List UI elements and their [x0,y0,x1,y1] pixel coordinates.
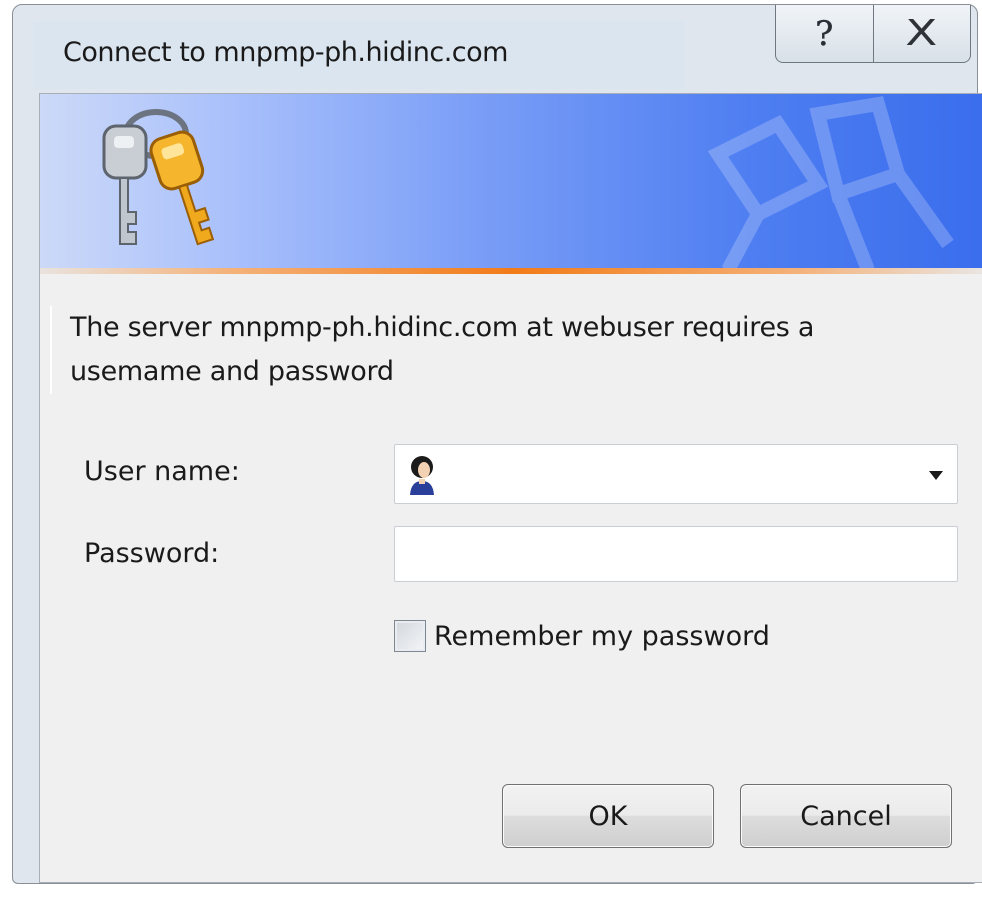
username-label: User name: [84,456,240,487]
close-button[interactable]: X [872,5,971,62]
remember-password-row[interactable]: Remember my password [394,620,770,652]
auth-message: The server mnpmp-ph.hidinc.com at webuse… [50,306,950,394]
user-avatar-icon [410,456,434,495]
help-icon: ? [815,13,834,54]
help-button[interactable]: ? [776,5,873,62]
title-bar: Connect to mnpmp-ph.hidinc.com [33,21,685,89]
banner [40,94,982,274]
window-title: Connect to mnpmp-ph.hidinc.com [63,37,508,68]
password-field[interactable] [394,526,958,582]
banner-watermark-keys-icon [707,96,954,270]
remember-password-checkbox[interactable] [394,620,426,652]
caption-buttons: ? X [775,5,971,63]
dialog-window: Connect to mnpmp-ph.hidinc.com ? X The s… [12,4,982,884]
chevron-down-icon[interactable] [929,471,943,480]
cancel-button[interactable]: Cancel [740,784,952,848]
dialog-body: The server mnpmp-ph.hidinc.com at webuse… [39,93,982,883]
close-icon: X [905,13,938,54]
banner-accent-line [40,268,982,274]
username-input[interactable] [449,453,889,495]
username-combobox[interactable] [394,444,958,504]
password-label: Password: [84,538,220,569]
ok-button[interactable]: OK [502,784,714,848]
keys-icon [102,109,215,246]
remember-password-label[interactable]: Remember my password [434,621,770,652]
